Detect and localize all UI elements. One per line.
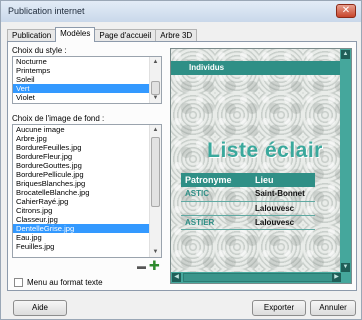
background-item[interactable]: BordurePellicule.jpg — [13, 170, 161, 179]
template-preview: Individus Liste éclair Patronyme Lieu AS… — [170, 48, 352, 284]
tab-strip: Publication Modèles Page d'accueil Arbre… — [7, 27, 198, 42]
preview-col-header: Lieu — [251, 173, 315, 187]
remove-image-icon[interactable]: ▬ — [137, 261, 146, 271]
background-item[interactable]: BordureFleur.jpg — [13, 152, 161, 161]
text-menu-checkbox[interactable] — [14, 278, 23, 287]
scroll-left-icon[interactable]: ◀ — [172, 273, 181, 282]
background-item[interactable]: Feuilles.jpg — [13, 242, 161, 251]
close-button[interactable]: ✕ — [336, 4, 356, 18]
preview-cell: Lalouvesc — [251, 201, 315, 216]
add-image-icon[interactable]: ✚ — [149, 258, 160, 274]
export-button[interactable]: Exporter — [252, 300, 306, 316]
background-item[interactable]: Arbre.jpg — [13, 134, 161, 143]
style-item[interactable]: Printemps — [13, 66, 161, 75]
window-title: Publication internet — [8, 6, 85, 16]
background-item[interactable]: Aucune image — [13, 125, 161, 134]
background-item[interactable]: Citrons.jpg — [13, 206, 161, 215]
preview-cell: Saint-Bonnet — [251, 187, 315, 202]
scroll-down-icon[interactable]: ▼ — [150, 247, 161, 257]
help-button[interactable]: Aide — [13, 300, 67, 316]
preview-title: Liste éclair — [207, 139, 323, 162]
background-item-selected[interactable]: DentelleGrise.jpg — [13, 224, 149, 233]
background-listbox[interactable]: Aucune image Arbre.jpg BordureFeuilles.j… — [12, 124, 162, 258]
models-panel: Choix du style : Nocturne Printemps Sole… — [7, 41, 357, 291]
style-item[interactable]: Soleil — [13, 75, 161, 84]
tab-modeles[interactable]: Modèles — [55, 27, 96, 42]
preview-col-header: Patronyme — [181, 173, 251, 187]
scroll-up-icon[interactable]: ▲ — [341, 50, 350, 59]
background-item[interactable]: BordureGouttes.jpg — [13, 161, 161, 170]
background-item[interactable]: CahierRayé.jpg — [13, 197, 161, 206]
style-listbox[interactable]: Nocturne Printemps Soleil Vert Violet ▲ … — [12, 56, 162, 104]
scroll-thumb[interactable] — [183, 273, 333, 282]
style-item[interactable]: Nocturne — [13, 57, 161, 66]
cancel-button[interactable]: Annuler — [310, 300, 356, 316]
style-list-label: Choix du style : — [12, 46, 67, 55]
background-list-label: Choix de l'image de fond : — [12, 114, 105, 123]
title-bar[interactable]: Publication internet ✕ — [1, 1, 361, 22]
preview-horizontal-scrollbar[interactable]: ◀ ▶ — [171, 272, 351, 283]
text-menu-label: Menu au format texte — [27, 278, 103, 287]
preview-cell: ASTIER — [181, 215, 251, 230]
background-item[interactable]: BrocatelleBlanche.jpg — [13, 188, 161, 197]
preview-cell: ASTIC — [181, 187, 251, 202]
preview-cell: Lalouvesc — [251, 215, 315, 230]
style-item-selected[interactable]: Vert — [13, 84, 149, 93]
background-item[interactable]: BordureFeuilles.jpg — [13, 143, 161, 152]
scroll-up-icon[interactable]: ▲ — [150, 57, 161, 67]
scroll-right-icon[interactable]: ▶ — [332, 273, 341, 282]
background-list-scrollbar[interactable]: ▲ ▼ — [149, 125, 161, 257]
style-item[interactable]: Violet — [13, 93, 161, 102]
scroll-down-icon[interactable]: ▼ — [341, 263, 350, 272]
background-item[interactable]: Eau.jpg — [13, 233, 161, 242]
style-list-scrollbar[interactable]: ▲ ▼ — [149, 57, 161, 103]
preview-header-band: Individus — [171, 61, 341, 75]
scroll-down-icon[interactable]: ▼ — [150, 93, 161, 103]
preview-cell — [181, 201, 251, 216]
scroll-thumb[interactable] — [151, 137, 160, 207]
preview-table: Patronyme Lieu ASTIC Saint-Bonnet Lalouv… — [181, 173, 315, 230]
background-item[interactable]: Classeur.jpg — [13, 215, 161, 224]
scroll-up-icon[interactable]: ▲ — [150, 125, 161, 135]
publication-dialog: Publication internet ✕ Publication Modèl… — [0, 0, 362, 320]
background-item[interactable]: BriquesBlanches.jpg — [13, 179, 161, 188]
preview-header: Individus — [189, 63, 225, 72]
preview-vertical-scrollbar[interactable]: ▲ ▼ — [340, 49, 351, 273]
